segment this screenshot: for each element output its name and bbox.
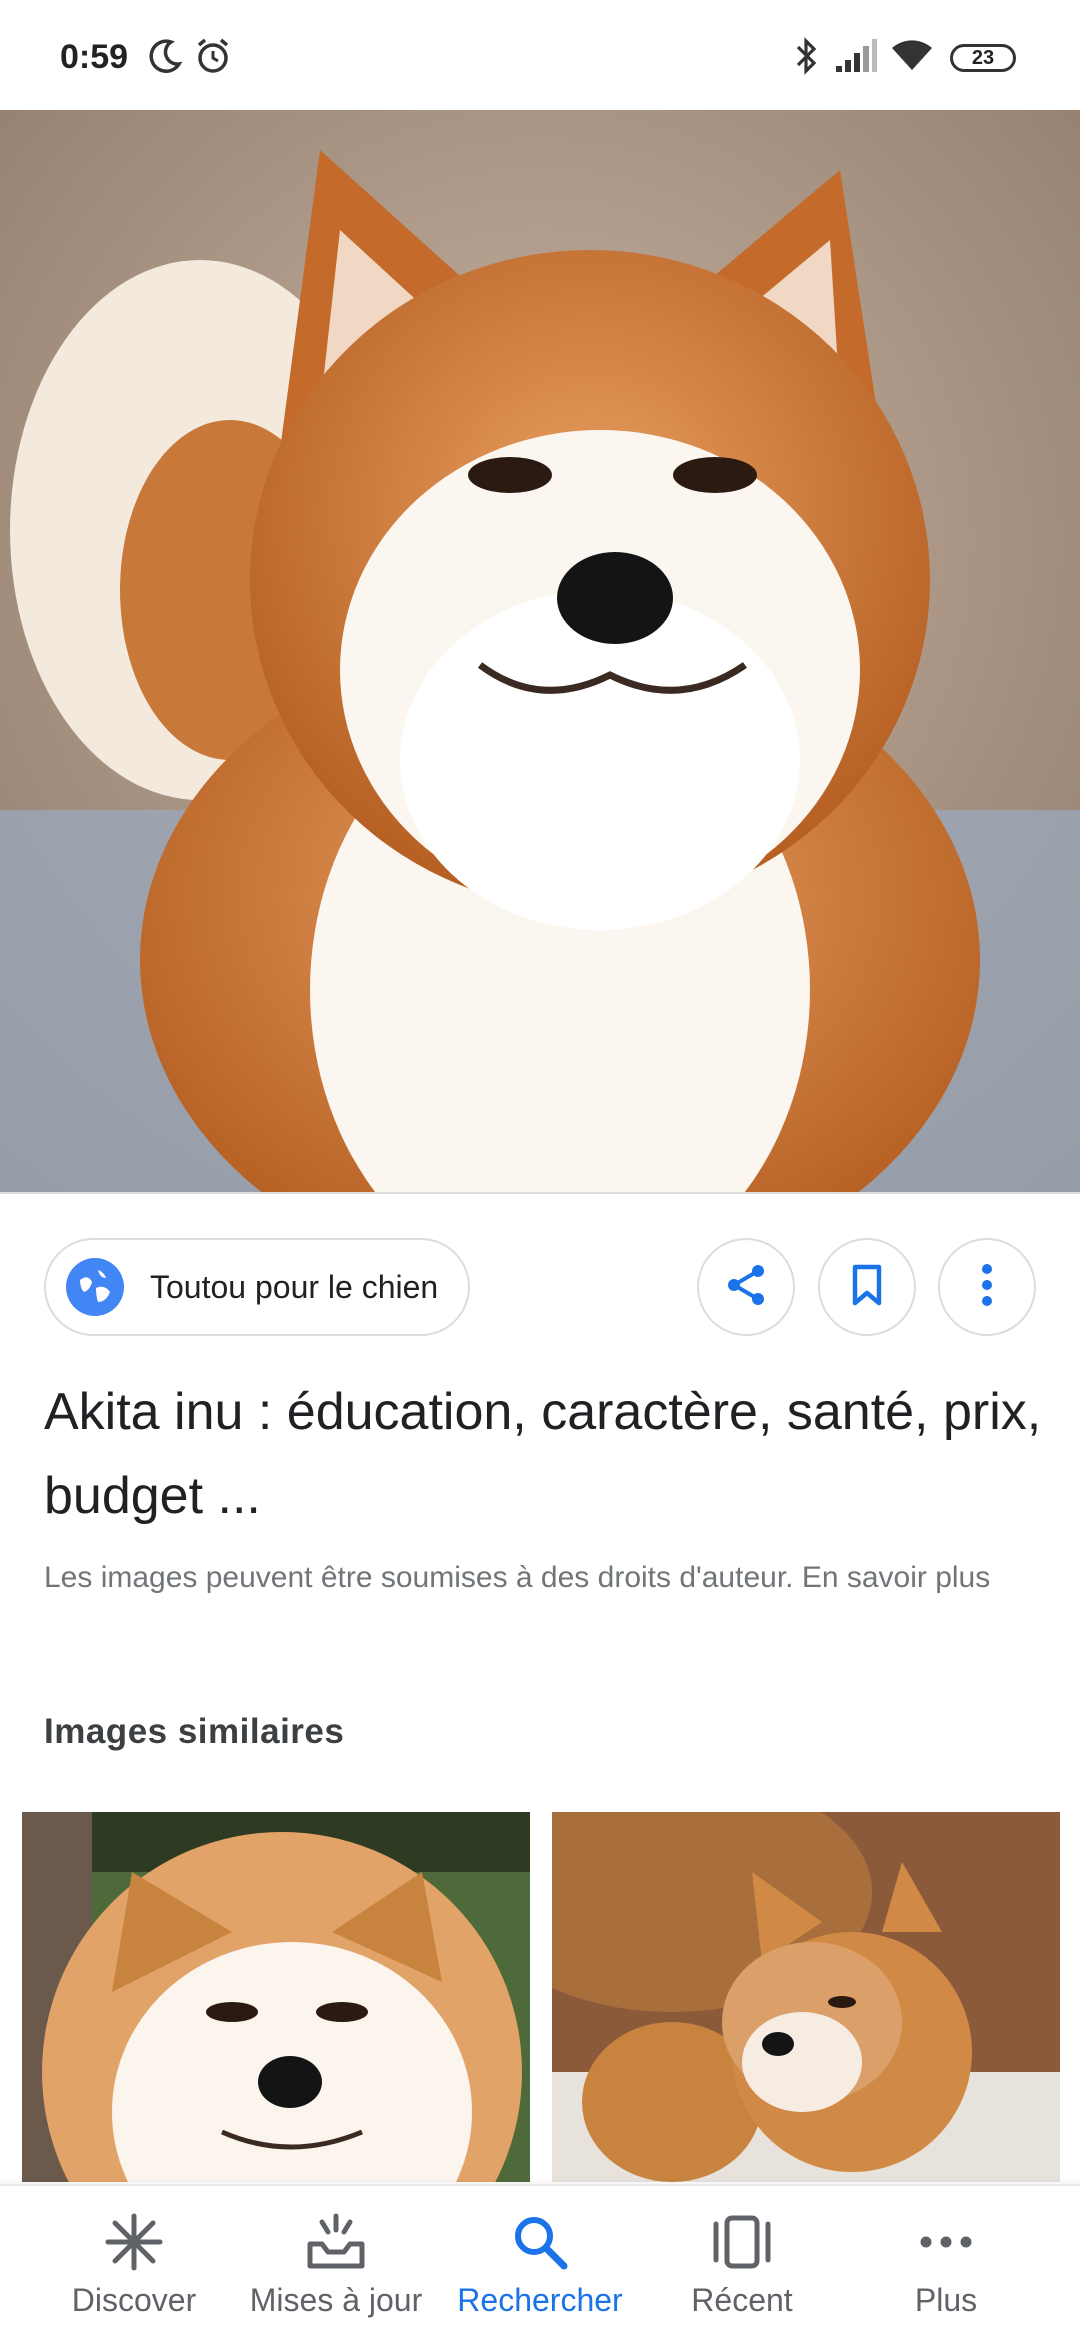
nav-search[interactable]: Rechercher bbox=[432, 2186, 648, 2340]
moon-icon bbox=[145, 36, 185, 81]
save-button[interactable] bbox=[818, 1238, 916, 1336]
search-icon bbox=[510, 2210, 570, 2274]
similar-image-1[interactable] bbox=[22, 1812, 530, 2182]
bottom-navigation: Discover Mises à jour Rechercher Récent … bbox=[0, 2184, 1080, 2340]
more-horiz-icon bbox=[916, 2210, 976, 2274]
nav-recent[interactable]: Récent bbox=[634, 2186, 850, 2340]
nav-label: Mises à jour bbox=[249, 2282, 423, 2318]
similar-images-heading: Images similaires bbox=[44, 1712, 345, 1751]
nav-updates[interactable]: Mises à jour bbox=[228, 2186, 444, 2340]
copyright-notice[interactable]: Les images peuvent être soumises à des d… bbox=[44, 1550, 1044, 1605]
more-vert-icon bbox=[977, 1261, 997, 1314]
nav-label: Discover bbox=[71, 2282, 197, 2318]
share-icon bbox=[722, 1261, 770, 1314]
battery-icon: 23 bbox=[950, 44, 1016, 72]
recent-icon bbox=[710, 2210, 774, 2274]
updates-icon bbox=[304, 2210, 368, 2274]
bluetooth-icon bbox=[792, 36, 822, 81]
source-label: Toutou pour le chien bbox=[150, 1268, 439, 1305]
nav-more[interactable]: Plus bbox=[838, 2186, 1054, 2340]
discover-icon bbox=[104, 2210, 164, 2274]
nav-discover[interactable]: Discover bbox=[26, 2186, 242, 2340]
alarm-icon bbox=[193, 36, 233, 81]
wifi-icon bbox=[890, 36, 934, 81]
result-title[interactable]: Akita inu : éducation, caractère, santé,… bbox=[44, 1370, 1044, 1538]
divider bbox=[0, 1192, 1080, 1194]
similar-image-2[interactable] bbox=[552, 1812, 1060, 2182]
signal-icon bbox=[834, 36, 878, 81]
bookmark-icon bbox=[847, 1263, 887, 1312]
share-button[interactable] bbox=[697, 1238, 795, 1336]
nav-label: Rechercher bbox=[457, 2282, 623, 2318]
status-bar: 0:59 23 bbox=[0, 0, 1080, 110]
status-time: 0:59 bbox=[60, 38, 129, 76]
source-chip[interactable]: Toutou pour le chien bbox=[44, 1238, 471, 1336]
globe-icon bbox=[66, 1258, 124, 1316]
main-image[interactable] bbox=[0, 110, 1080, 1192]
nav-label: Plus bbox=[914, 2282, 978, 2318]
nav-label: Récent bbox=[691, 2282, 793, 2318]
more-options-button[interactable] bbox=[938, 1238, 1036, 1336]
